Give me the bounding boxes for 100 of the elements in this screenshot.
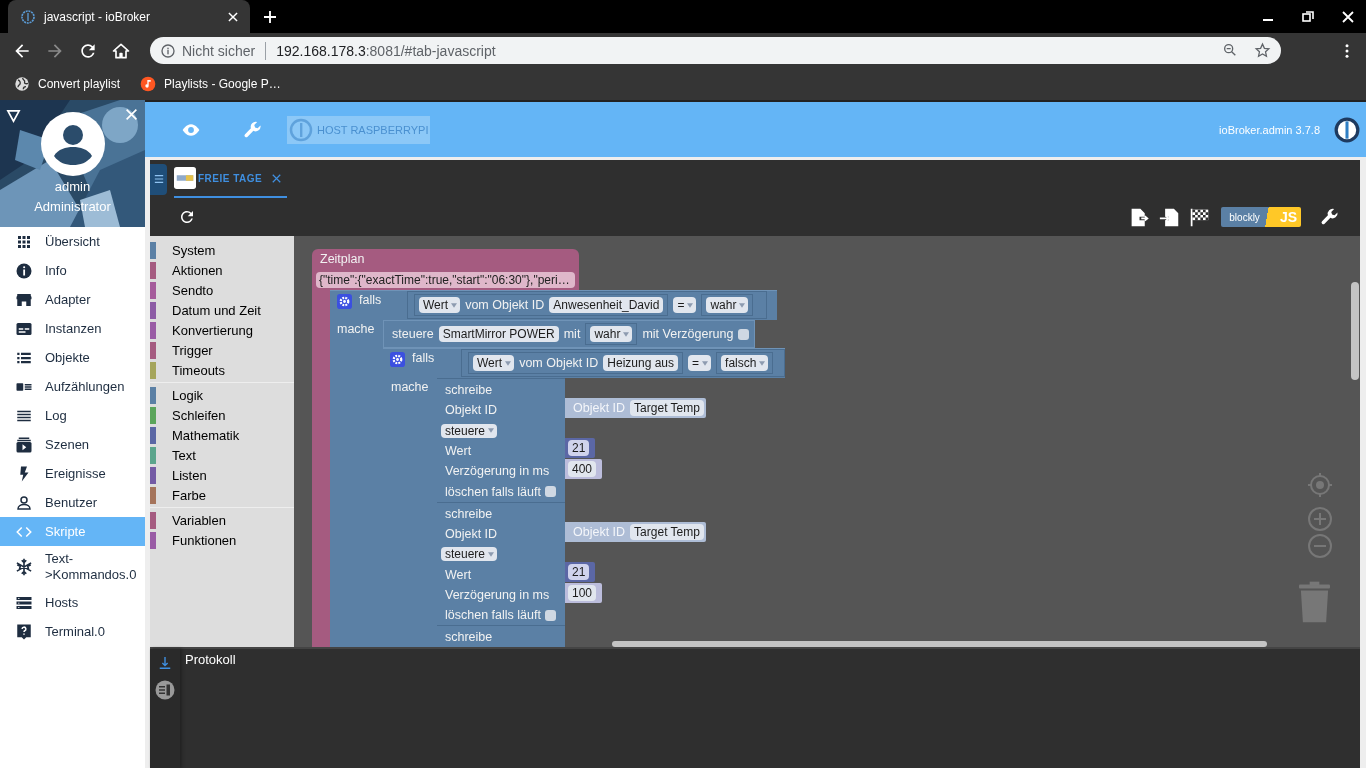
nav-item[interactable]: Terminal.0 [0,617,145,646]
dropdown-field[interactable]: = [688,355,712,371]
toolbox-category[interactable]: Timeouts [150,360,294,380]
toolbox-category[interactable]: Variablen [150,510,294,530]
block-label: schreibe [445,383,493,398]
toolbox-category[interactable]: Farbe [150,485,294,505]
text-field[interactable]: 100 [568,584,597,601]
toolbox-category[interactable]: Trigger [150,340,294,360]
value-block[interactable]: Wert vom Objekt ID Heizung aus [468,352,684,374]
if-block[interactable]: falls Wert vom Objekt ID Anwesenheit_David = wahr [330,290,777,320]
dropdown-field[interactable]: Wert [473,355,515,371]
logic-block[interactable]: falsch [716,352,774,374]
nav-item[interactable]: Text->Kommandos.0 [0,546,145,588]
nav-item[interactable]: Objekte [0,343,145,372]
block-label: Wert [445,567,472,582]
toolbox-category[interactable]: Datum und Zeit [150,300,294,320]
text-field[interactable]: Heizung aus [603,355,679,371]
toolbox-category[interactable]: Listen [150,465,294,485]
dropdown-arrow-icon [623,331,630,337]
bookmark[interactable]: Playlists - Google P… [140,76,281,92]
logic-block[interactable]: wahr [585,323,638,345]
import-icon[interactable] [1159,206,1181,228]
dropdown-arrow-icon [687,302,694,308]
nav-item[interactable]: Szenen [0,430,145,459]
schedule-block[interactable]: Zeitplan {"time":{"exactTime":true,"start":"06:30"},"peri… [312,249,579,290]
text-field[interactable]: 400 [568,461,597,477]
value-block[interactable]: Wert vom Objekt ID Anwesenheit_David [414,294,669,316]
toolbox-category[interactable]: Logik [150,385,294,405]
script-tab[interactable]: FREIE TAGE [174,160,288,198]
block-label: Verzögerung in ms [445,464,550,479]
toolbox-category[interactable]: Text [150,445,294,465]
block-label: falls [359,292,382,308]
number-block[interactable]: 21 [565,438,595,458]
toolbox-category[interactable]: System [150,240,294,260]
text-field[interactable]: 21 [568,440,590,456]
object-block[interactable]: Objekt ID Target Temp [565,398,706,418]
blockly-logo-icon [174,167,196,189]
dropdown-field[interactable]: = [673,297,697,313]
bookmark[interactable]: Convert playlist [14,76,121,92]
dropdown-field[interactable]: Wert [419,297,461,313]
object-block[interactable]: Objekt ID Target Temp [565,521,706,542]
reload-icon[interactable] [178,208,196,226]
logic-block[interactable]: wahr [701,294,754,316]
checkbox[interactable] [738,328,750,340]
nav-item[interactable]: Log [0,401,145,430]
dropdown-field[interactable]: steuere [441,547,498,562]
checkered-flag-icon[interactable] [1189,206,1211,228]
nav-item[interactable]: Übersicht [0,227,145,256]
columns-icon[interactable] [155,680,175,700]
export-icon[interactable] [1129,206,1151,228]
nav-item[interactable]: Ereignisse [0,459,145,488]
scrollbar[interactable] [1351,282,1359,380]
compare-block[interactable]: Wert vom Objekt ID Heizung aus = falsch [461,349,785,377]
star-icon[interactable] [1254,42,1271,59]
restore-icon[interactable] [1302,10,1314,23]
toolbox-category[interactable]: Funktionen [150,530,294,550]
toolbox-category[interactable]: Schleifen [150,405,294,425]
nav-item[interactable]: Instanzen [0,314,145,343]
nav-item[interactable]: Benutzer [0,488,145,517]
scroll-down-icon[interactable] [158,656,172,670]
block-label: mache [391,379,429,395]
dropdown-field[interactable]: wahr [706,297,749,313]
toolbox-category[interactable]: Mathematik [150,425,294,445]
text-field[interactable]: Anwesenheit_David [549,297,664,313]
nav-item[interactable]: Aufzählungen [0,372,145,401]
nav-item[interactable]: Hosts [0,588,145,617]
wrench-icon[interactable] [1320,207,1340,227]
nav-item[interactable]: Info [0,256,145,285]
new-tab-icon[interactable] [262,9,278,25]
dropdown-field[interactable]: wahr [590,326,633,342]
nav-item[interactable]: Adapter [0,285,145,314]
number-block[interactable]: 21 [565,561,595,582]
zoom-out-icon[interactable] [1222,42,1238,58]
checkbox[interactable] [544,486,556,498]
gear-icon[interactable] [337,294,352,309]
compare-block[interactable]: Wert vom Objekt ID Anwesenheit_David = wahr [407,291,767,319]
if-block[interactable]: falls Wert vom Objekt ID Heizung aus = falsch [383,348,785,378]
number-block[interactable]: 100 [565,582,602,603]
text-field[interactable]: 21 [568,563,590,580]
logo-icon [1334,116,1360,143]
text-field[interactable]: Target Temp [630,523,704,540]
browser-tab[interactable]: javascript - ioBroker [8,0,250,33]
write-block[interactable]: schreibe [437,625,565,647]
checkbox[interactable] [544,609,556,621]
toolbox-category[interactable]: Aktionen [150,260,294,280]
text-field[interactable]: Target Temp [630,400,704,416]
close-icon[interactable] [226,9,240,24]
address-bar[interactable]: Nicht sicher 192.168.178.3:8081/#tab-javascript [150,37,1281,64]
text-field[interactable]: SmartMirror POWER [438,326,559,342]
control-block[interactable]: steuere SmartMirror POWER mit wahr mit Verzögerung [383,320,755,348]
toolbox-category[interactable]: Konvertierung [150,320,294,340]
gear-icon[interactable] [390,352,405,367]
scrollbar[interactable] [612,641,1267,647]
dropdown-field[interactable]: falsch [721,355,769,371]
mode-toggle[interactable]: blockly JS [1221,207,1301,227]
triangle-icon[interactable] [6,108,21,123]
menu-button[interactable] [150,163,167,195]
toolbox-category[interactable]: Sendto [150,280,294,300]
dropdown-field[interactable]: steuere [441,423,498,438]
number-block[interactable]: 400 [565,459,602,479]
